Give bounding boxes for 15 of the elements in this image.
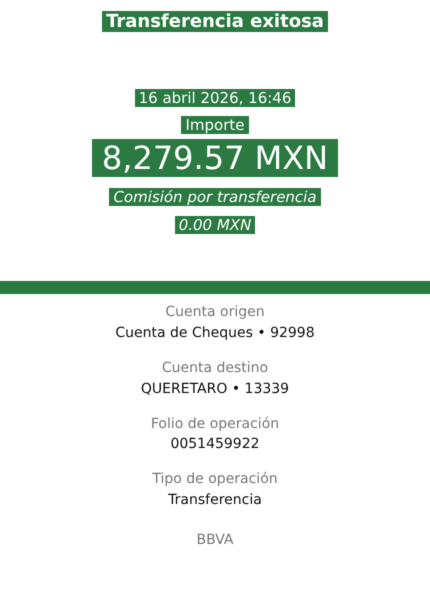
screen-title: Transferencia exitosa — [102, 11, 328, 32]
bank-name: BBVA — [196, 532, 234, 548]
detail-value: Transferencia — [168, 492, 262, 509]
detail-value: Cuenta de Cheques • 92998 — [115, 325, 315, 342]
fee-label: Comisión por transferencia — [109, 188, 321, 206]
detail-value: QUERETARO • 13339 — [140, 380, 290, 398]
detail-label: Folio de operación — [150, 416, 280, 432]
fee-value: 0.00 MXN — [174, 216, 256, 234]
detail-value: 0051459922 — [170, 436, 260, 454]
amount-value: 8,279.57 MXN — [92, 139, 338, 177]
amount-label: Importe — [181, 116, 248, 134]
detail-label: Cuenta origen — [165, 304, 265, 322]
transfer-date: 16 abril 2026, 16:46 — [134, 89, 296, 107]
detail-label: Tipo de operación — [152, 471, 278, 488]
detail-label: Cuenta destino — [162, 360, 268, 377]
